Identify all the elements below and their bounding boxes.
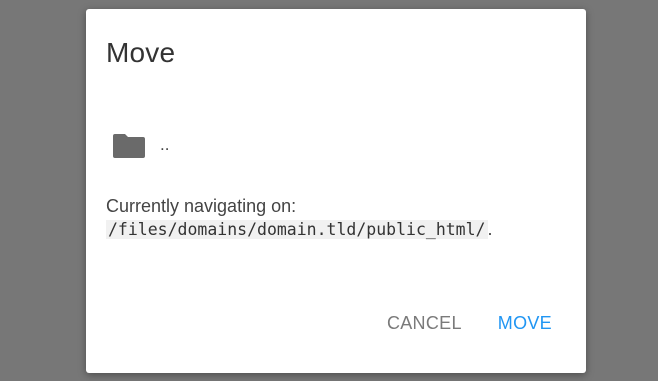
list-item-parent-folder[interactable]: ..	[106, 125, 566, 165]
move-button[interactable]: MOVE	[490, 309, 560, 338]
current-path: /files/domains/domain.tld/public_html/	[106, 220, 488, 239]
dialog-title: Move	[106, 37, 176, 68]
navigating-label: Currently navigating on:	[106, 196, 297, 216]
move-dialog: Move .. Currently navigating on: /files/…	[86, 9, 586, 373]
folder-name: ..	[160, 135, 170, 154]
path-suffix: .	[487, 219, 493, 239]
path-line: /files/domains/domain.tld/public_html/.	[106, 218, 493, 241]
cancel-button[interactable]: CANCEL	[379, 309, 470, 338]
folder-icon	[113, 132, 145, 158]
navigation-info: Currently navigating on: /files/domains/…	[106, 195, 493, 241]
dialog-actions: CANCEL MOVE	[379, 309, 560, 338]
